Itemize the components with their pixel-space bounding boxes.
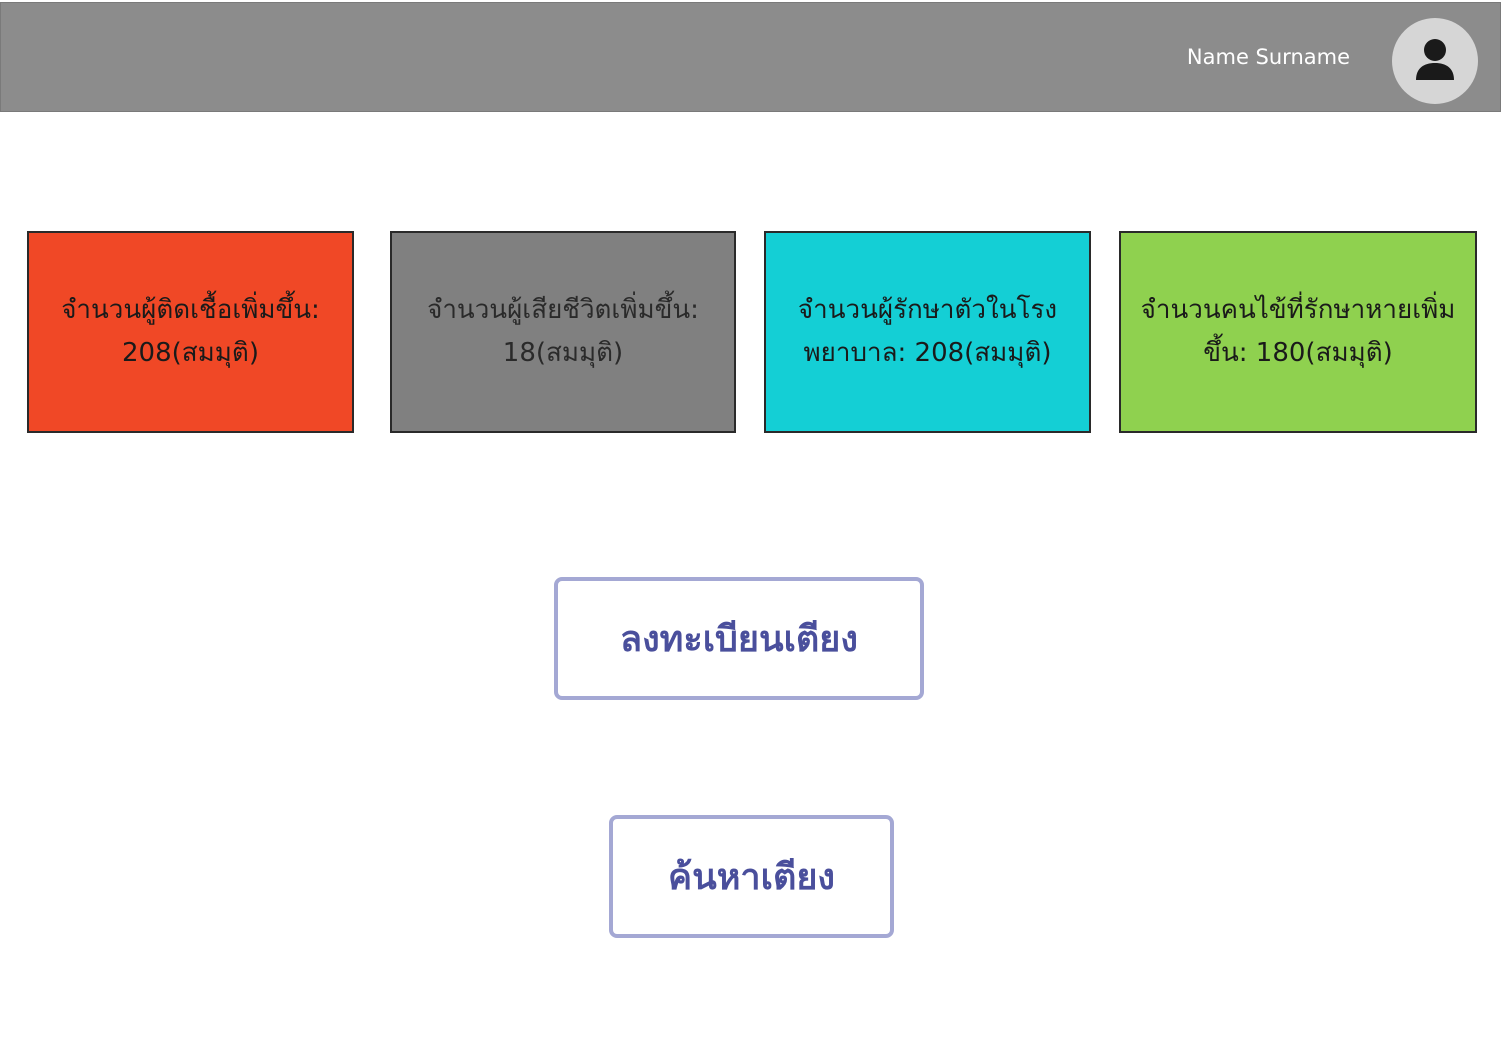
stat-card-recovered: จำนวนคนไข้ที่รักษาหายเพิ่มขึ้น: 180(สมมุ… [1119,231,1477,433]
stat-card-hospitalized: จำนวนผู้รักษาตัวในโรงพยาบาล: 208(สมมุติ) [764,231,1091,433]
search-bed-label: ค้นหาเตียง [668,857,835,898]
user-icon [1416,39,1454,80]
stat-card-infected: จำนวนผู้ติดเชื้อเพิ่มขึ้น: 208(สมมุติ) [27,231,354,433]
top-header-bar: Name Surname [0,2,1501,112]
search-bed-button[interactable]: ค้นหาเตียง [609,815,894,938]
register-bed-button[interactable]: ลงทะเบียนเตียง [554,577,924,700]
stat-recovered-text: จำนวนคนไข้ที่รักษาหายเพิ่มขึ้น: 180(สมมุ… [1140,295,1456,368]
stat-hospitalized-text: จำนวนผู้รักษาตัวในโรงพยาบาล: 208(สมมุติ) [797,295,1058,368]
stat-deaths-text: จำนวนผู้เสียชีวิตเพิ่มขึ้น: 18(สมมุติ) [427,295,699,368]
user-name[interactable]: Name Surname [1187,45,1350,69]
user-avatar[interactable] [1392,18,1478,104]
register-bed-label: ลงทะเบียนเตียง [620,619,858,660]
stat-infected-text: จำนวนผู้ติดเชื้อเพิ่มขึ้น: 208(สมมุติ) [61,295,320,368]
stat-card-deaths: จำนวนผู้เสียชีวิตเพิ่มขึ้น: 18(สมมุติ) [390,231,736,433]
